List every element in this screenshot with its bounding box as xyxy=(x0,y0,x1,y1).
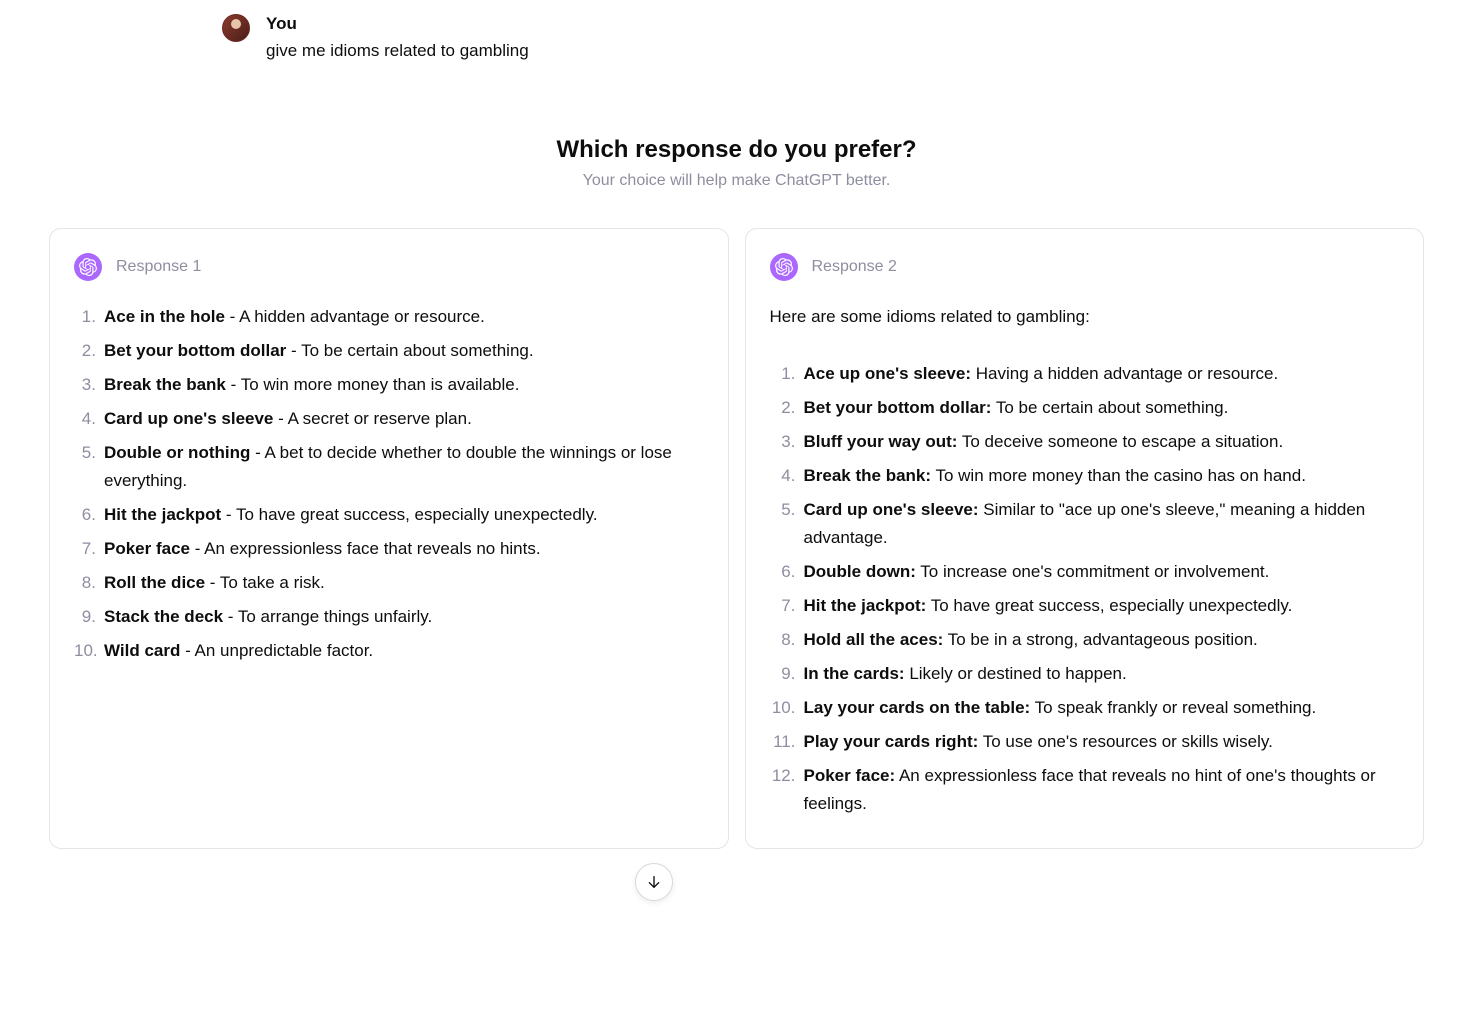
list-item: Break the bank: To win more money than t… xyxy=(770,462,1400,490)
idiom-term: Play your cards right: xyxy=(804,732,979,751)
idiom-definition: To increase one's commitment or involvem… xyxy=(920,562,1269,581)
idiom-term: Bet your bottom dollar: xyxy=(804,398,992,417)
idiom-term: Roll the dice xyxy=(104,573,205,592)
idiom-definition: To win more money than the casino has on… xyxy=(935,466,1305,485)
comparison-header: Which response do you prefer? Your choic… xyxy=(0,136,1473,190)
comparison-title: Which response do you prefer? xyxy=(0,136,1473,164)
list-item: Poker face: An expressionless face that … xyxy=(770,762,1400,818)
idiom-definition: Having a hidden advantage or resource. xyxy=(976,364,1278,383)
response-cards: Response 1 Ace in the hole - A hidden ad… xyxy=(49,228,1424,850)
idiom-term: Ace up one's sleeve: xyxy=(804,364,972,383)
idiom-term: Bluff your way out: xyxy=(804,432,958,451)
user-message: You give me idioms related to gambling xyxy=(222,14,1473,64)
idiom-term: Bet your bottom dollar xyxy=(104,341,286,360)
idiom-definition: To deceive someone to escape a situation… xyxy=(962,432,1283,451)
idiom-definition: An unpredictable factor. xyxy=(195,641,374,660)
list-item: Hit the jackpot - To have great success,… xyxy=(74,501,704,529)
idiom-term: Hold all the aces: xyxy=(804,630,944,649)
arrow-down-icon xyxy=(646,874,662,890)
idiom-term: Card up one's sleeve xyxy=(104,409,273,428)
scroll-down-button[interactable] xyxy=(635,863,673,901)
idiom-definition: An expressionless face that reveals no h… xyxy=(204,539,540,558)
list-item: Card up one's sleeve: Similar to "ace up… xyxy=(770,496,1400,552)
response-header: Response 1 xyxy=(74,253,704,281)
idiom-term: Hit the jackpot xyxy=(104,505,221,524)
list-item: Card up one's sleeve - A secret or reser… xyxy=(74,405,704,433)
idiom-term: Ace in the hole xyxy=(104,307,225,326)
list-item: Stack the deck - To arrange things unfai… xyxy=(74,603,704,631)
idiom-term: Break the bank xyxy=(104,375,226,394)
idiom-term: Double down: xyxy=(804,562,916,581)
list-item: Ace in the hole - A hidden advantage or … xyxy=(74,303,704,331)
idiom-term: In the cards: xyxy=(804,664,905,683)
idiom-list: Ace in the hole - A hidden advantage or … xyxy=(74,303,704,666)
list-item: Play your cards right: To use one's reso… xyxy=(770,728,1400,756)
list-item: Bet your bottom dollar - To be certain a… xyxy=(74,337,704,365)
openai-icon xyxy=(770,253,798,281)
list-item: Lay your cards on the table: To speak fr… xyxy=(770,694,1400,722)
idiom-list: Ace up one's sleeve: Having a hidden adv… xyxy=(770,360,1400,819)
response-card-2[interactable]: Response 2 Here are some idioms related … xyxy=(745,228,1425,850)
user-prompt: give me idioms related to gambling xyxy=(266,38,529,64)
list-item: Wild card - An unpredictable factor. xyxy=(74,637,704,665)
idiom-definition: To use one's resources or skills wisely. xyxy=(983,732,1273,751)
list-item: Hit the jackpot: To have great success, … xyxy=(770,592,1400,620)
idiom-definition: To take a risk. xyxy=(220,573,325,592)
list-item: Double or nothing - A bet to decide whet… xyxy=(74,439,704,495)
idiom-term: Stack the deck xyxy=(104,607,223,626)
list-item: Ace up one's sleeve: Having a hidden adv… xyxy=(770,360,1400,388)
user-name: You xyxy=(266,14,529,34)
idiom-term: Double or nothing xyxy=(104,443,250,462)
list-item: Double down: To increase one's commitmen… xyxy=(770,558,1400,586)
idiom-definition: To speak frankly or reveal something. xyxy=(1035,698,1317,717)
idiom-definition: Likely or destined to happen. xyxy=(909,664,1126,683)
list-item: Bet your bottom dollar: To be certain ab… xyxy=(770,394,1400,422)
response-intro: Here are some idioms related to gambling… xyxy=(770,303,1400,330)
list-item: Hold all the aces: To be in a strong, ad… xyxy=(770,626,1400,654)
list-item: Roll the dice - To take a risk. xyxy=(74,569,704,597)
list-item: Poker face - An expressionless face that… xyxy=(74,535,704,563)
idiom-definition: To be certain about something. xyxy=(301,341,533,360)
idiom-definition: To have great success, especially unexpe… xyxy=(931,596,1293,615)
idiom-definition: To be certain about something. xyxy=(996,398,1228,417)
openai-icon xyxy=(74,253,102,281)
user-text-block: You give me idioms related to gambling xyxy=(266,14,529,64)
idiom-term: Card up one's sleeve: xyxy=(804,500,979,519)
response-label: Response 2 xyxy=(812,258,897,276)
response-card-1[interactable]: Response 1 Ace in the hole - A hidden ad… xyxy=(49,228,729,850)
idiom-definition: To win more money than is available. xyxy=(241,375,520,394)
idiom-definition: To have great success, especially unexpe… xyxy=(236,505,598,524)
idiom-definition: A secret or reserve plan. xyxy=(288,409,472,428)
list-item: Break the bank - To win more money than … xyxy=(74,371,704,399)
idiom-term: Wild card xyxy=(104,641,180,660)
comparison-subtitle: Your choice will help make ChatGPT bette… xyxy=(0,172,1473,190)
response-header: Response 2 xyxy=(770,253,1400,281)
idiom-term: Break the bank: xyxy=(804,466,932,485)
idiom-definition: A hidden advantage or resource. xyxy=(239,307,485,326)
list-item: In the cards: Likely or destined to happ… xyxy=(770,660,1400,688)
idiom-term: Lay your cards on the table: xyxy=(804,698,1031,717)
list-item: Bluff your way out: To deceive someone t… xyxy=(770,428,1400,456)
user-avatar xyxy=(222,14,250,42)
response-label: Response 1 xyxy=(116,258,201,276)
idiom-definition: To be in a strong, advantageous position… xyxy=(948,630,1258,649)
idiom-term: Poker face: xyxy=(804,766,896,785)
idiom-term: Poker face xyxy=(104,539,190,558)
idiom-term: Hit the jackpot: xyxy=(804,596,927,615)
idiom-definition: To arrange things unfairly. xyxy=(238,607,432,626)
